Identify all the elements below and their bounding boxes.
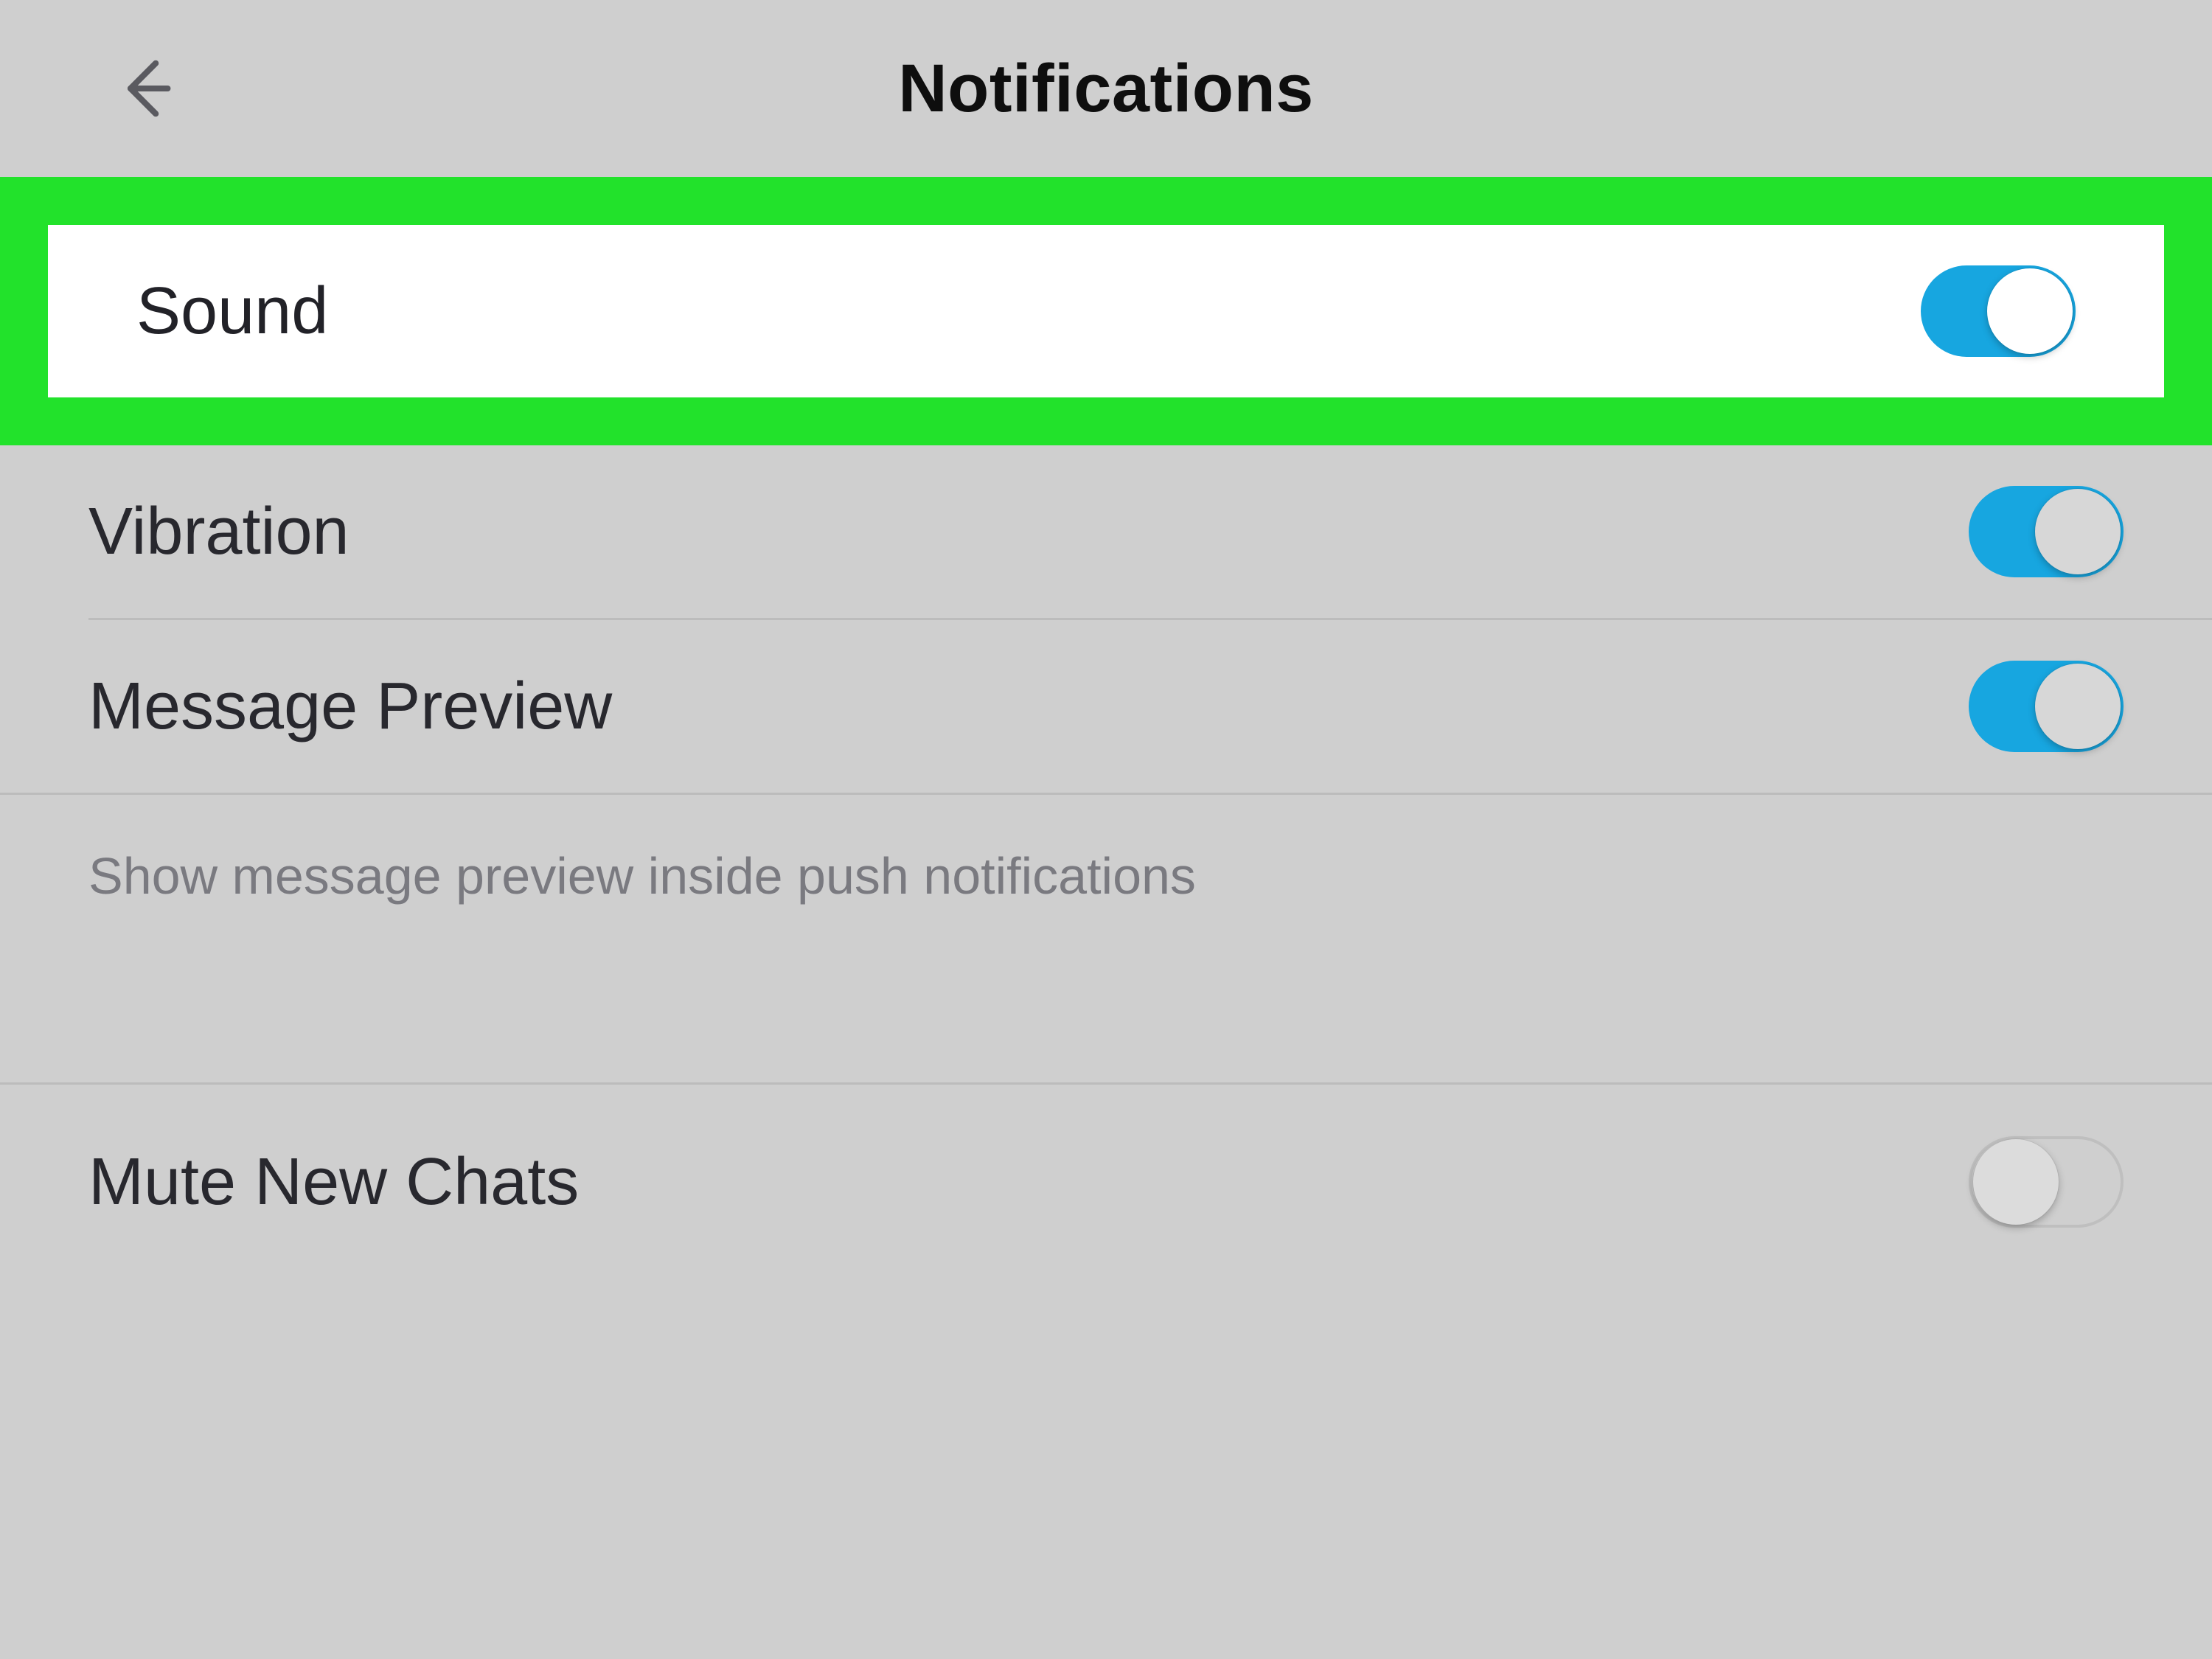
row-sound-label: Sound — [136, 274, 328, 349]
row-sound[interactable]: Sound — [48, 225, 2164, 397]
section-gap — [0, 920, 2212, 1082]
row-mute-new-chats-label: Mute New Chats — [88, 1144, 579, 1220]
header: Notifications — [0, 0, 2212, 177]
row-message-preview-label: Message Preview — [88, 669, 612, 745]
helper-text-message-preview: Show message preview inside push notific… — [0, 795, 2212, 920]
page-title: Notifications — [898, 50, 1314, 128]
toggle-mute-new-chats[interactable] — [1969, 1136, 2124, 1228]
toggle-knob-icon — [2035, 664, 2121, 749]
back-arrow-icon[interactable] — [111, 55, 177, 122]
row-mute-new-chats[interactable]: Mute New Chats — [0, 1085, 2212, 1279]
toggle-sound[interactable] — [1921, 265, 2076, 357]
toggle-knob-icon — [1987, 268, 2073, 354]
tutorial-highlight: Sound — [0, 177, 2212, 445]
row-vibration-label: Vibration — [88, 494, 349, 570]
toggle-knob-icon — [1973, 1139, 2059, 1225]
toggle-message-preview[interactable] — [1969, 661, 2124, 752]
row-message-preview[interactable]: Message Preview — [0, 620, 2212, 793]
toggle-knob-icon — [2035, 489, 2121, 574]
row-vibration[interactable]: Vibration — [0, 445, 2212, 618]
toggle-vibration[interactable] — [1969, 486, 2124, 577]
